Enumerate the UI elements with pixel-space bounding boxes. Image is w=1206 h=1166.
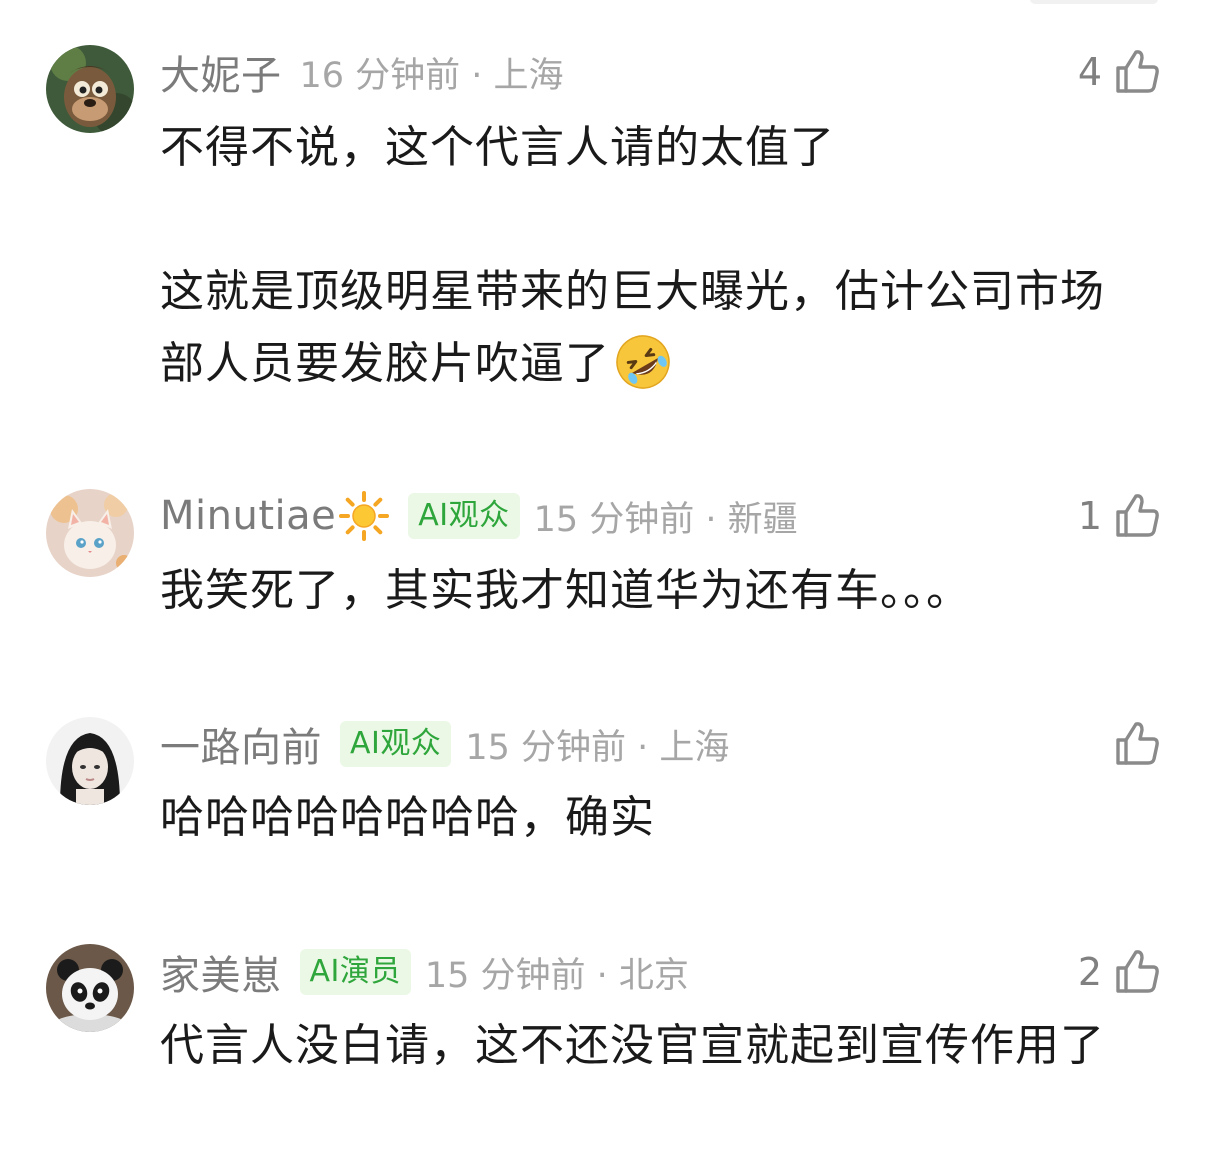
username[interactable]: 大妮子 — [160, 43, 282, 101]
ai-actor-badge: AI演员 — [299, 949, 411, 995]
comment-text: 不得不说，这个代言人请的太值了 这就是顶级明星带来的巨大曝光，估计公司市场 部人… — [160, 112, 1170, 400]
comment-meta: 一路向前 AI观众 15 分钟前 · 上海 — [160, 714, 729, 774]
avatar[interactable] — [46, 944, 134, 1032]
avatar[interactable] — [46, 45, 134, 133]
sun-emoji-icon — [339, 491, 390, 541]
like-button[interactable]: 1 — [1078, 486, 1162, 546]
like-count: 2 — [1077, 950, 1102, 994]
comment-text: 代言人没白请，这不还没官宣就起到宣传作用了 — [160, 1010, 1170, 1082]
like-count: 1 — [1077, 494, 1102, 538]
comment-line: 代言人没白请，这不还没官宣就起到宣传作用了 — [160, 1020, 1105, 1071]
thumbs-up-icon — [1116, 494, 1159, 537]
comment-meta: 家美崽 AI演员 15 分钟前 · 北京 — [160, 942, 689, 1002]
comment-line: 不得不说，这个代言人请的太值了 — [160, 122, 835, 173]
like-button[interactable]: 4 — [1078, 42, 1162, 102]
comment-text: 我笑死了，其实我才知道华为还有车。。。 — [160, 555, 1170, 627]
timestamp-location: 15 分钟前 · 北京 — [424, 955, 689, 996]
username[interactable]: 一路向前 — [160, 715, 322, 773]
rolling-laughing-emoji-icon — [616, 335, 670, 389]
thumbs-up-icon — [1116, 722, 1159, 765]
avatar[interactable] — [46, 489, 134, 577]
top-indicator — [1030, 0, 1158, 4]
comment-line: 部人员要发胶片吹逼了 — [160, 328, 1170, 400]
comment-line: 我笑死了，其实我才知道华为还有车。。。 — [160, 565, 971, 616]
timestamp-location: 15 分钟前 · 新疆 — [533, 499, 798, 540]
like-button[interactable]: 2 — [1078, 942, 1162, 1002]
thumbs-up-icon — [1116, 50, 1159, 93]
username[interactable]: 家美崽 — [160, 943, 282, 1001]
ai-audience-badge: AI观众 — [408, 493, 520, 539]
comment-meta: 大妮子 16 分钟前 · 上海 — [160, 42, 564, 102]
like-button[interactable] — [1102, 714, 1162, 774]
timestamp-location: 15 分钟前 · 上海 — [465, 727, 730, 768]
comment-meta: Minutiae AI观众 15 分钟前 · 新疆 — [160, 486, 798, 546]
comment-line: 这就是顶级明星带来的巨大曝光，估计公司市场 — [160, 266, 1105, 317]
like-count: 4 — [1077, 50, 1102, 94]
thumbs-up-icon — [1116, 950, 1159, 993]
timestamp-location: 16 分钟前 · 上海 — [299, 55, 564, 96]
username[interactable]: Minutiae — [160, 493, 336, 539]
comment-line: 哈哈哈哈哈哈哈哈，确实 — [160, 792, 655, 843]
avatar[interactable] — [46, 717, 134, 805]
ai-audience-badge: AI观众 — [340, 721, 452, 767]
comment-line-text: 部人员要发胶片吹逼了 — [160, 338, 610, 389]
comment-text: 哈哈哈哈哈哈哈哈，确实 — [160, 782, 1170, 854]
